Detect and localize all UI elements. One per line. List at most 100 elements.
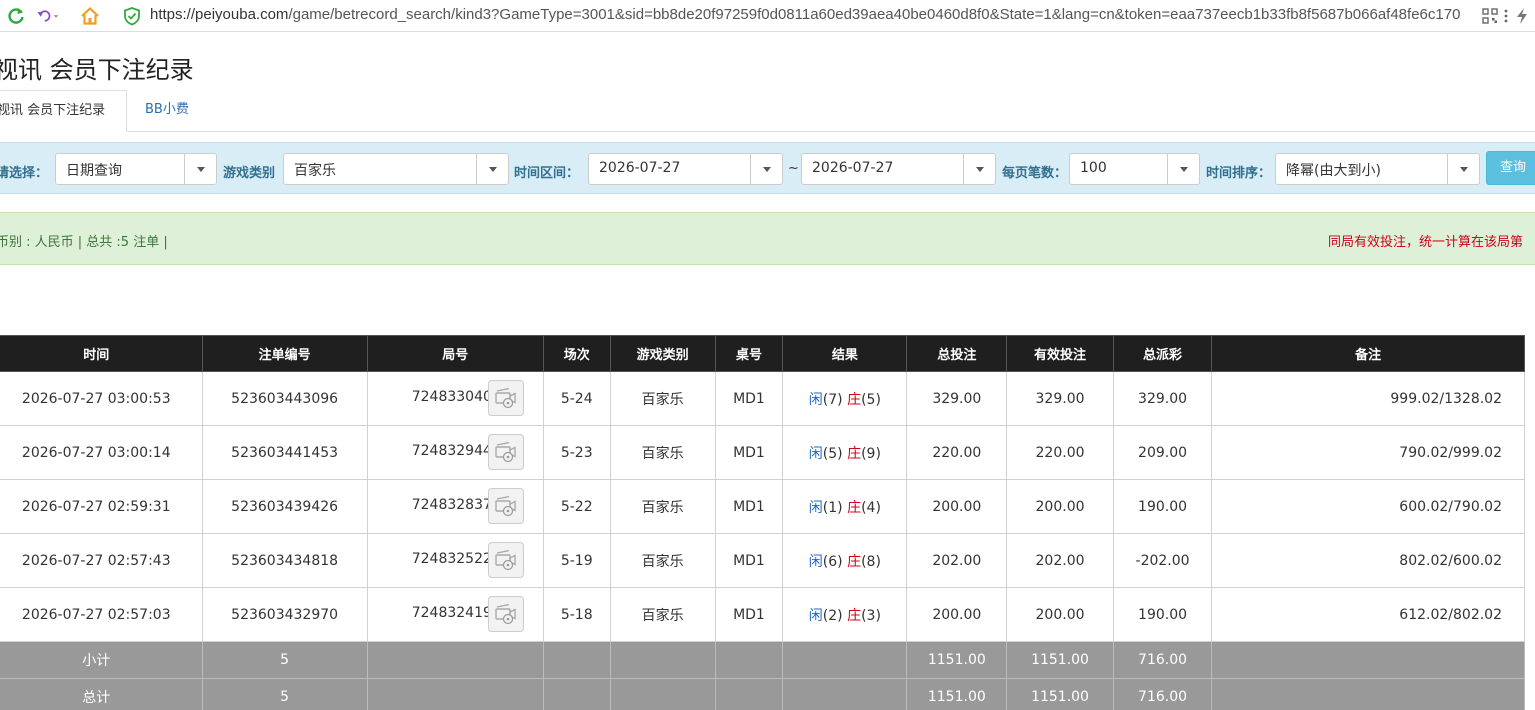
game-type-select[interactable]: 百家乐 [283,153,509,185]
cell-payout: 209.00 [1112,425,1213,480]
col-header-table: 桌号 [714,335,784,372]
refresh-icon[interactable] [4,4,28,28]
date-to-value: 2026-07-27 [812,160,894,176]
cell-result: 闲(7) 庄(5) [782,371,908,426]
tab-bet-records[interactable]: 视讯 会员下注纪录 [0,90,127,132]
cell-result: 闲(6) 庄(8) [782,533,908,588]
time-range-label: 时间区间： [514,166,580,181]
col-header-bet-id: 注单编号 [201,335,368,372]
shield-check-icon [120,4,144,28]
url-field[interactable]: https://peiyouba.com/game/betrecord_sear… [150,6,1475,23]
cell-payout: 329.00 [1112,371,1213,426]
summary-notice: 同局有效投注，统一计算在该局第 [1328,235,1524,250]
col-header-result: 结果 [782,335,908,372]
cell-total-bet[interactable]: 220.00 [906,425,1008,480]
qr-code-icon[interactable] [1478,4,1502,28]
col-header-valid-bet: 有效投注 [1006,335,1114,372]
cell-session: 5-22 [542,479,611,534]
cell-session: 5-19 [542,533,611,588]
cell-remark: 999.02/1328.02 [1211,371,1525,426]
subtotal-valid-bet: 1151.00 [1006,641,1114,679]
home-icon[interactable] [78,4,102,28]
sort-value: 降幂(由大到小) [1286,163,1381,179]
cell-valid-bet: 200.00 [1006,479,1114,534]
col-header-payout: 总派彩 [1112,335,1213,372]
video-replay-icon[interactable] [487,380,524,416]
grand-total-row: 总计 5 1151.00 1151.00 716.00 [0,678,1525,710]
sort-label: 时间排序： [1206,166,1272,181]
cell-game-type: 百家乐 [609,371,716,426]
round-number: 724832419 [411,605,492,621]
lightning-icon[interactable] [1510,4,1534,28]
date-to-select[interactable]: 2026-07-27 [801,153,996,185]
result-player-score: (1) [822,499,843,516]
per-page-label: 每页笔数： [1002,166,1068,181]
cell-game-type: 百家乐 [609,533,716,588]
undo-icon[interactable] [36,4,60,28]
result-banker-label: 庄 [847,553,862,570]
round-number: 724833040 [411,389,492,405]
cell-total-bet[interactable]: 200.00 [906,479,1008,534]
cell-time: 2026-07-27 02:57:03 [0,587,203,642]
sort-select[interactable]: 降幂(由大到小) [1275,153,1480,185]
cell-payout: 190.00 [1112,587,1213,642]
table-row: 2026-07-27 03:00:14 523603441453 724832944… [0,425,1525,480]
subtotal-count: 5 [201,641,368,679]
cell-table: MD1 [714,371,784,426]
grand-total-label: 总计 [0,678,203,710]
round-number: 724832522 [411,551,492,567]
cell-total-bet[interactable]: 329.00 [906,371,1008,426]
cell-valid-bet: 220.00 [1006,425,1114,480]
chevron-down-icon [184,154,216,184]
col-header-session: 场次 [542,335,611,372]
result-player-label: 闲 [808,553,823,570]
subtotal-total-bet: 1151.00 [906,641,1008,679]
cell-remark: 802.02/600.02 [1211,533,1525,588]
query-type-value: 日期查询 [66,163,122,179]
cell-total-bet[interactable]: 200.00 [906,587,1008,642]
query-button[interactable]: 查询 [1486,151,1535,185]
cell-game-type: 百家乐 [609,479,716,534]
summary-bar: 币别 : 人民币 | 总共 :5 注单 | 同局有效投注，统一计算在该局第 [0,212,1535,265]
result-banker-score: (8) [861,553,881,570]
subtotal-row: 小计 5 1151.00 1151.00 716.00 [0,641,1525,679]
per-page-select[interactable]: 100 [1069,153,1200,185]
cell-round: 724832522 [366,533,544,588]
video-replay-icon[interactable] [487,596,524,632]
date-from-select[interactable]: 2026-07-27 [588,153,783,185]
select-label: 请选择： [0,166,49,181]
chevron-down-icon [476,154,508,184]
cell-bet-id: 523603439426 [201,479,368,534]
url-prefix: https:// [150,6,196,23]
cell-table: MD1 [714,425,784,480]
table-row: 2026-07-27 02:57:43 523603434818 724832522… [0,533,1525,588]
cell-time: 2026-07-27 03:00:14 [0,425,203,480]
cell-session: 5-18 [542,587,611,642]
result-player-label: 闲 [808,391,823,408]
subtotal-label: 小计 [0,641,203,679]
cell-game-type: 百家乐 [609,587,716,642]
result-banker-score: (4) [861,499,881,516]
result-banker-label: 庄 [847,499,862,516]
cell-bet-id: 523603441453 [201,425,368,480]
result-banker-score: (3) [861,607,881,624]
result-player-label: 闲 [808,499,823,516]
col-header-time: 时间 [0,335,203,372]
cell-result: 闲(5) 庄(9) [782,425,908,480]
per-page-value: 100 [1080,160,1107,176]
video-replay-icon[interactable] [487,542,524,578]
cell-total-bet[interactable]: 202.00 [906,533,1008,588]
cell-payout: -202.00 [1112,533,1213,588]
cell-bet-id: 523603432970 [201,587,368,642]
tab-bb-tips[interactable]: BB小费 [145,90,189,132]
video-replay-icon[interactable] [487,488,524,524]
query-type-select[interactable]: 日期查询 [55,153,217,185]
result-player-score: (5) [822,445,843,462]
video-replay-icon[interactable] [487,434,524,470]
cell-valid-bet: 202.00 [1006,533,1114,588]
url-host: peiyouba.com [195,6,289,23]
cell-bet-id: 523603434818 [201,533,368,588]
page-title: 视讯 会员下注纪录 [0,56,194,84]
url-path: /game/betrecord_search/kind3?GameType=30… [288,6,1461,23]
cell-round: 724832837 [366,479,544,534]
